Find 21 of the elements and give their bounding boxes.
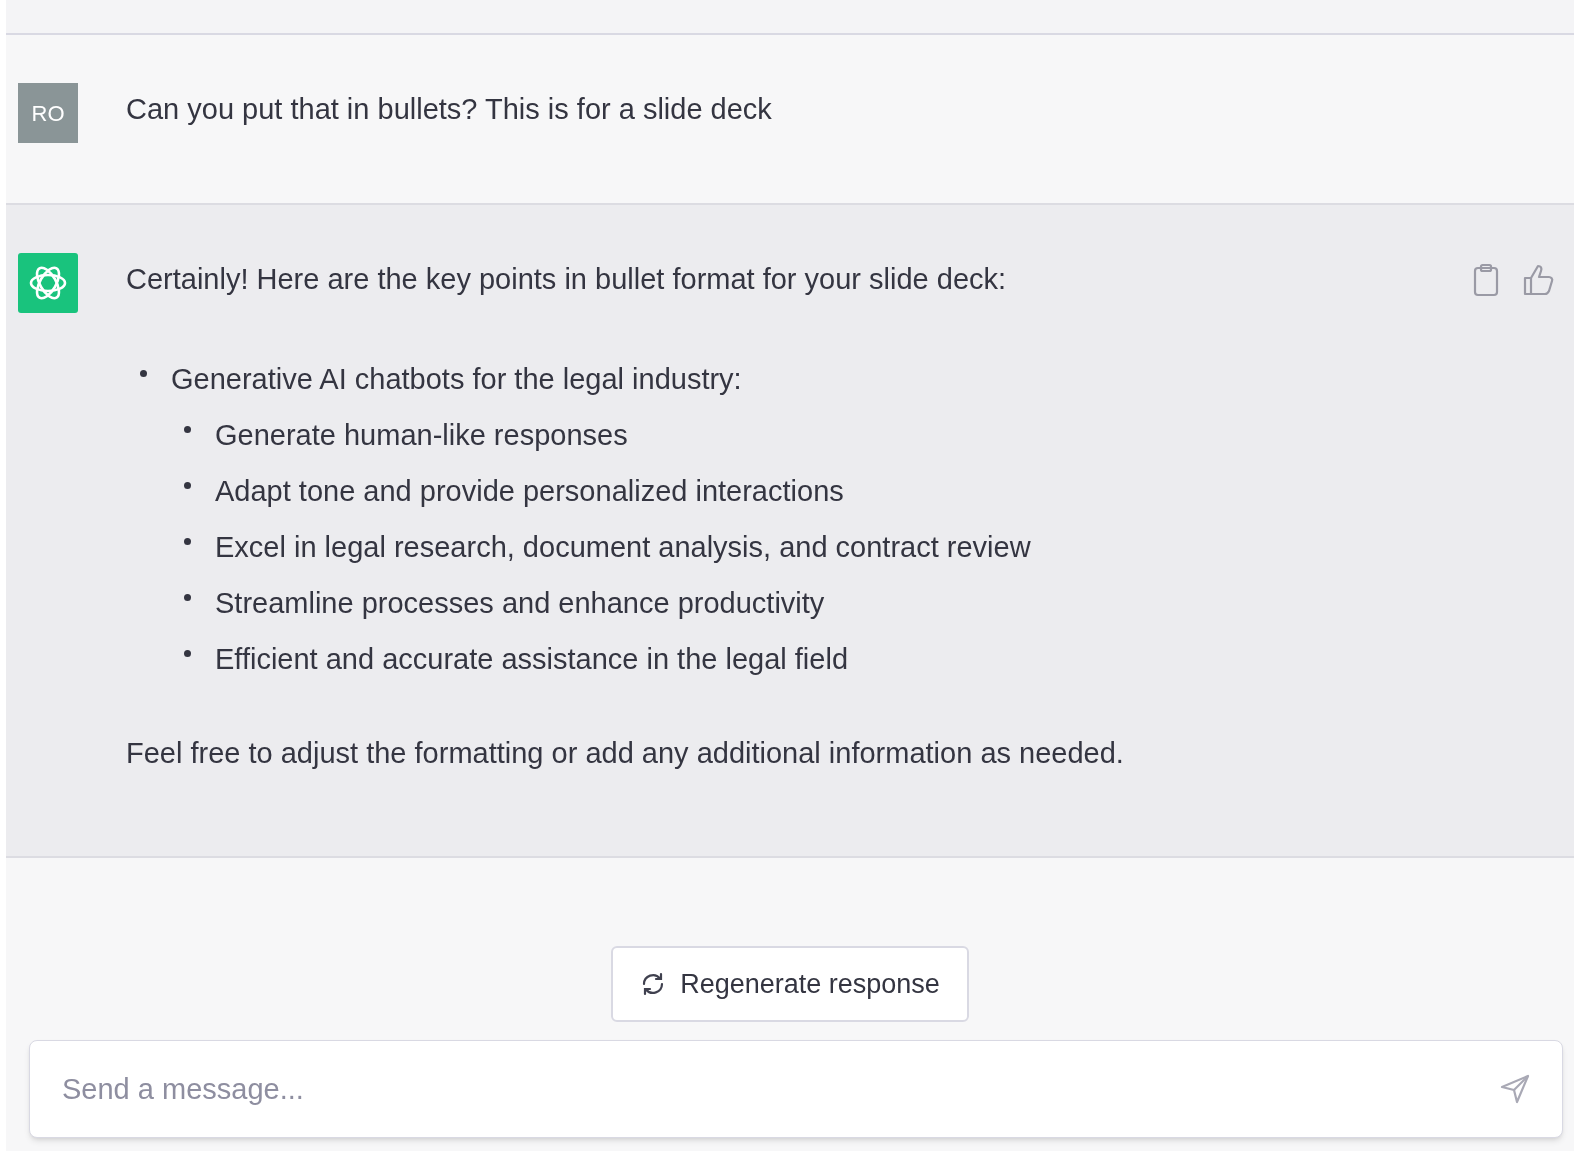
bullet-icon	[184, 594, 191, 601]
bullet-icon	[184, 650, 191, 657]
user-avatar: RO	[18, 83, 78, 143]
bullet-text: Generative AI chatbots for the legal industry:	[171, 362, 742, 397]
bullet-text: Streamline processes and enhance productivity	[215, 586, 825, 621]
bullet-text: Adapt tone and provide personalized interactions	[215, 474, 844, 509]
assistant-message-outro: Feel free to adjust the formatting or add any additional information as needed.	[126, 736, 1125, 771]
bullet-icon	[184, 482, 191, 489]
send-icon[interactable]	[1499, 1073, 1531, 1105]
assistant-message-intro: Certainly! Here are the key points in bullet format for your slide deck:	[126, 262, 1008, 297]
bullet-text: Efficient and accurate assistance in the legal field	[215, 642, 848, 677]
thumbs-up-icon[interactable]	[1522, 263, 1556, 297]
bullet-text: Generate human-like responses	[215, 418, 628, 453]
regenerate-button[interactable]: Regenerate response	[611, 946, 969, 1022]
bullet-icon	[140, 370, 147, 377]
logo-icon	[18, 253, 78, 313]
bullet-text: Excel in legal research, document analysis, and contract review	[215, 530, 1031, 565]
user-message: Can you put that in bullets? This is for a slide deck	[126, 92, 772, 127]
bullet-icon	[184, 426, 191, 433]
message-input[interactable]: Send a message...	[29, 1040, 1563, 1138]
bullet-icon	[184, 538, 191, 545]
